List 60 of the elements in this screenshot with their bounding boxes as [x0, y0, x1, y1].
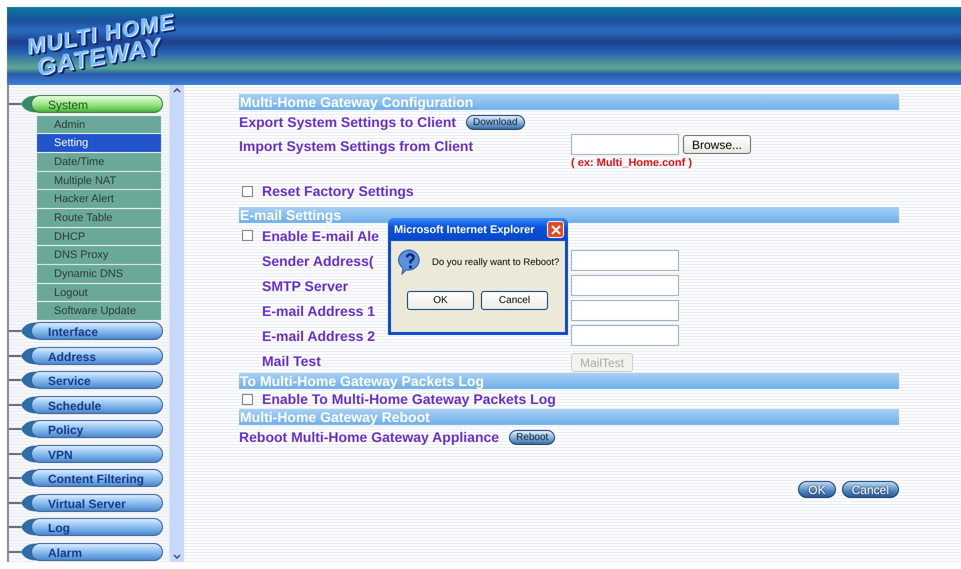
submenu-item[interactable]: Setting: [37, 134, 161, 152]
menu-item[interactable]: Virtual Server: [31, 494, 163, 512]
section-header: Multi-Home Gateway Reboot: [239, 409, 899, 425]
checkbox[interactable]: [242, 186, 253, 196]
field-label: Sender Address(: [262, 252, 374, 268]
example-hint: ( ex: Multi_Home.conf ): [571, 156, 694, 169]
logo: MULTI HOME GATEWAY: [27, 10, 175, 82]
menu-item[interactable]: Log: [31, 518, 163, 536]
input-field[interactable]: [571, 300, 679, 321]
row-label: Import System Settings from Client: [239, 138, 474, 154]
submenu-item[interactable]: Date/Time: [37, 152, 161, 171]
file-path-field[interactable]: [571, 134, 679, 155]
submenu-item[interactable]: Software Update: [37, 302, 161, 320]
menu-item[interactable]: System: [31, 95, 163, 113]
field-label: E-mail Address 2: [262, 328, 376, 344]
menu-item[interactable]: Service: [31, 371, 163, 390]
menu-item[interactable]: VPN: [31, 444, 163, 463]
form-button[interactable]: Cancel: [842, 481, 899, 498]
checkbox[interactable]: [242, 230, 253, 241]
input-field[interactable]: [571, 250, 679, 271]
input-field[interactable]: [571, 325, 679, 346]
close-icon[interactable]: [547, 221, 564, 238]
row-label: Reboot Multi-Home Gateway Appliance: [239, 429, 500, 445]
menu-item[interactable]: Alarm: [31, 542, 163, 561]
menu-item[interactable]: Schedule: [31, 396, 163, 414]
action-button[interactable]: Download: [466, 114, 525, 130]
scroll-down-icon[interactable]: [173, 554, 182, 559]
submenu-item[interactable]: Route Table: [37, 208, 161, 227]
input-field[interactable]: [571, 275, 679, 296]
dialog-title: Microsoft Internet Explorer: [394, 224, 535, 236]
submenu-item[interactable]: DNS Proxy: [37, 246, 161, 264]
checkbox-label: Reset Factory Settings: [262, 183, 414, 199]
submenu-item[interactable]: Logout: [37, 284, 161, 302]
row-label: Export System Settings to Client: [239, 114, 456, 130]
section-header: Multi-Home Gateway Configuration: [239, 94, 899, 110]
scrollbar[interactable]: [169, 85, 184, 562]
browse-button[interactable]: Browse...: [683, 135, 752, 154]
checkbox-label: Enable E-mail Ale: [262, 228, 379, 244]
submenu-item[interactable]: Hacker Alert: [37, 190, 161, 208]
menu-item[interactable]: Policy: [31, 420, 163, 438]
submenu-item[interactable]: DHCP: [37, 228, 161, 246]
checkbox-label: Enable To Multi-Home Gateway Packets Log: [262, 391, 556, 407]
dialog-button[interactable]: OK: [407, 291, 474, 310]
menu-item[interactable]: Content Filtering: [31, 469, 163, 488]
form-button[interactable]: OK: [798, 481, 836, 498]
dialog-button[interactable]: Cancel: [481, 291, 548, 310]
submenu-item[interactable]: Multiple NAT: [37, 172, 161, 190]
checkbox[interactable]: [242, 394, 253, 404]
field-label: Mail Test: [262, 352, 321, 368]
menu-item[interactable]: Interface: [31, 322, 163, 340]
field-label: E-mail Address 1: [262, 302, 376, 318]
action-button[interactable]: Reboot: [509, 430, 556, 444]
submenu-item[interactable]: Admin: [37, 116, 161, 134]
field-label: SMTP Server: [262, 278, 348, 294]
submenu-item[interactable]: Dynamic DNS: [37, 265, 161, 283]
scroll-up-icon[interactable]: [173, 88, 182, 93]
section-header: To Multi-Home Gateway Packets Log: [239, 373, 899, 389]
menu-item[interactable]: Address: [31, 346, 163, 365]
section-header: E-mail Settings: [239, 207, 899, 223]
dialog-message: Do you really want to Reboot?: [432, 256, 560, 268]
